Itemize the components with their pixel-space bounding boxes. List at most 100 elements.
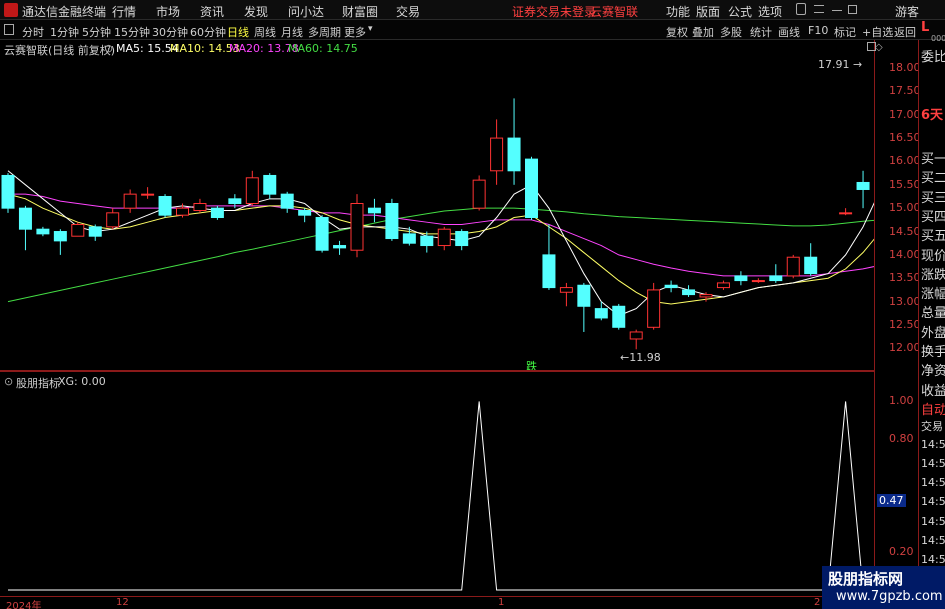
candle[interactable] bbox=[490, 119, 504, 185]
candle[interactable] bbox=[245, 170, 259, 206]
candle[interactable] bbox=[141, 187, 155, 199]
menu-shichang[interactable]: 市场 bbox=[156, 3, 180, 20]
candle[interactable] bbox=[36, 226, 50, 237]
menu-gongshi[interactable]: 公式 bbox=[728, 3, 752, 20]
candle[interactable] bbox=[525, 156, 538, 220]
stock-title: 云赛智联 bbox=[590, 5, 639, 19]
candle[interactable] bbox=[350, 194, 364, 258]
candle-body bbox=[36, 228, 50, 235]
side-label: 14:5 bbox=[921, 437, 945, 451]
candle[interactable] bbox=[751, 278, 765, 283]
candle[interactable] bbox=[629, 329, 643, 350]
candle[interactable] bbox=[210, 205, 224, 220]
candle[interactable] bbox=[437, 226, 451, 251]
period-5min[interactable]: 5分钟 bbox=[82, 24, 111, 40]
menu-caifuquan[interactable]: 财富圈 bbox=[342, 3, 378, 20]
menu-zixun[interactable]: 资讯 bbox=[200, 3, 224, 20]
menu-wenxiaoda[interactable]: 问小达 bbox=[288, 3, 324, 20]
candle[interactable] bbox=[507, 98, 521, 185]
menu-icon[interactable] bbox=[814, 5, 824, 13]
candle[interactable] bbox=[333, 240, 347, 255]
candle[interactable] bbox=[856, 170, 870, 209]
candle[interactable] bbox=[647, 282, 661, 330]
candle[interactable] bbox=[18, 205, 32, 251]
user-guest[interactable]: 游客 bbox=[895, 3, 919, 20]
candle[interactable] bbox=[455, 229, 469, 251]
period-60min[interactable]: 60分钟 bbox=[190, 24, 226, 40]
menu-banmian[interactable]: 版面 bbox=[696, 3, 720, 20]
candle-body bbox=[106, 212, 120, 228]
menu-hangqing[interactable]: 行情 bbox=[112, 3, 136, 20]
low-price-label: ←11.98 bbox=[620, 351, 661, 364]
candle[interactable] bbox=[559, 282, 573, 307]
candle-body bbox=[577, 284, 591, 307]
indicator-toggle-icon[interactable]: ⊙ bbox=[4, 375, 13, 388]
candle[interactable] bbox=[193, 198, 207, 213]
candle[interactable] bbox=[577, 282, 591, 332]
btn-tongji[interactable]: 统计 bbox=[750, 24, 772, 40]
btn-f10[interactable]: F10 bbox=[808, 24, 828, 37]
candle-body bbox=[559, 287, 573, 293]
candle[interactable] bbox=[839, 208, 853, 216]
candle[interactable] bbox=[315, 215, 329, 253]
candle[interactable] bbox=[71, 222, 85, 237]
btn-duogu[interactable]: 多股 bbox=[720, 24, 742, 40]
candle[interactable] bbox=[298, 208, 312, 223]
panel-toggle-icon[interactable] bbox=[4, 24, 14, 35]
btn-fanhui[interactable]: 返回 bbox=[894, 24, 916, 40]
legend-toggle-icon[interactable]: ⊙ bbox=[104, 42, 113, 55]
candle[interactable] bbox=[769, 264, 783, 283]
more-dropdown-icon[interactable]: ▾ bbox=[368, 24, 373, 34]
btn-huaxian[interactable]: 画线 bbox=[778, 24, 800, 40]
candle-body bbox=[158, 195, 172, 216]
candle[interactable] bbox=[716, 280, 730, 290]
candle[interactable] bbox=[280, 191, 294, 213]
maximize-icon[interactable] bbox=[848, 5, 857, 14]
menu-gongneng[interactable]: 功能 bbox=[666, 3, 690, 20]
candle[interactable] bbox=[786, 254, 800, 279]
period-15min[interactable]: 15分钟 bbox=[114, 24, 150, 40]
period-1min[interactable]: 1分钟 bbox=[50, 24, 79, 40]
axis-square-icon[interactable] bbox=[867, 42, 876, 51]
candle[interactable] bbox=[542, 224, 556, 290]
period-day[interactable]: 日线 bbox=[227, 24, 249, 40]
candle[interactable] bbox=[385, 198, 399, 241]
period-more[interactable]: 更多 bbox=[344, 24, 366, 40]
trade-status[interactable]: 证券交易未登录 bbox=[512, 3, 596, 20]
candle[interactable] bbox=[53, 229, 67, 255]
menu-faxian[interactable]: 发现 bbox=[244, 3, 268, 20]
candle[interactable] bbox=[804, 243, 818, 276]
menu-jiaoyi[interactable]: 交易 bbox=[396, 3, 420, 20]
btn-zixuan[interactable]: +自选 bbox=[862, 24, 893, 40]
period-month[interactable]: 月线 bbox=[281, 24, 303, 40]
minimize-icon[interactable] bbox=[832, 10, 842, 11]
period-multi[interactable]: 多周期 bbox=[308, 24, 341, 40]
candle[interactable] bbox=[106, 208, 120, 230]
indicator-tick: 0.20 bbox=[889, 545, 914, 559]
candle[interactable] bbox=[1, 173, 15, 213]
indicator-chart[interactable] bbox=[0, 372, 874, 596]
side-label: 买四 bbox=[921, 209, 945, 225]
candle[interactable] bbox=[612, 303, 626, 330]
period-30min[interactable]: 30分钟 bbox=[152, 24, 188, 40]
period-fenshi[interactable]: 分时 bbox=[22, 24, 44, 40]
candle[interactable] bbox=[158, 194, 172, 218]
theme-icon[interactable] bbox=[796, 3, 806, 15]
menu-xuanxiang[interactable]: 选项 bbox=[758, 3, 782, 20]
candle[interactable] bbox=[734, 271, 748, 286]
candle[interactable] bbox=[123, 189, 137, 213]
btn-diejia[interactable]: 叠加 bbox=[692, 24, 714, 40]
candle[interactable] bbox=[664, 280, 678, 293]
candle[interactable] bbox=[176, 203, 189, 218]
candle[interactable] bbox=[402, 226, 416, 246]
candle[interactable] bbox=[88, 224, 102, 241]
btn-fuquan[interactable]: 复权 bbox=[666, 24, 688, 40]
btn-biaoji[interactable]: 标记 bbox=[834, 24, 856, 40]
candle[interactable] bbox=[472, 175, 486, 211]
candle[interactable] bbox=[367, 198, 381, 223]
candlestick-chart[interactable] bbox=[0, 40, 874, 370]
period-week[interactable]: 周线 bbox=[254, 24, 276, 40]
candle[interactable] bbox=[263, 173, 277, 199]
side-label: 交易 bbox=[921, 420, 943, 434]
candle[interactable] bbox=[682, 285, 696, 297]
